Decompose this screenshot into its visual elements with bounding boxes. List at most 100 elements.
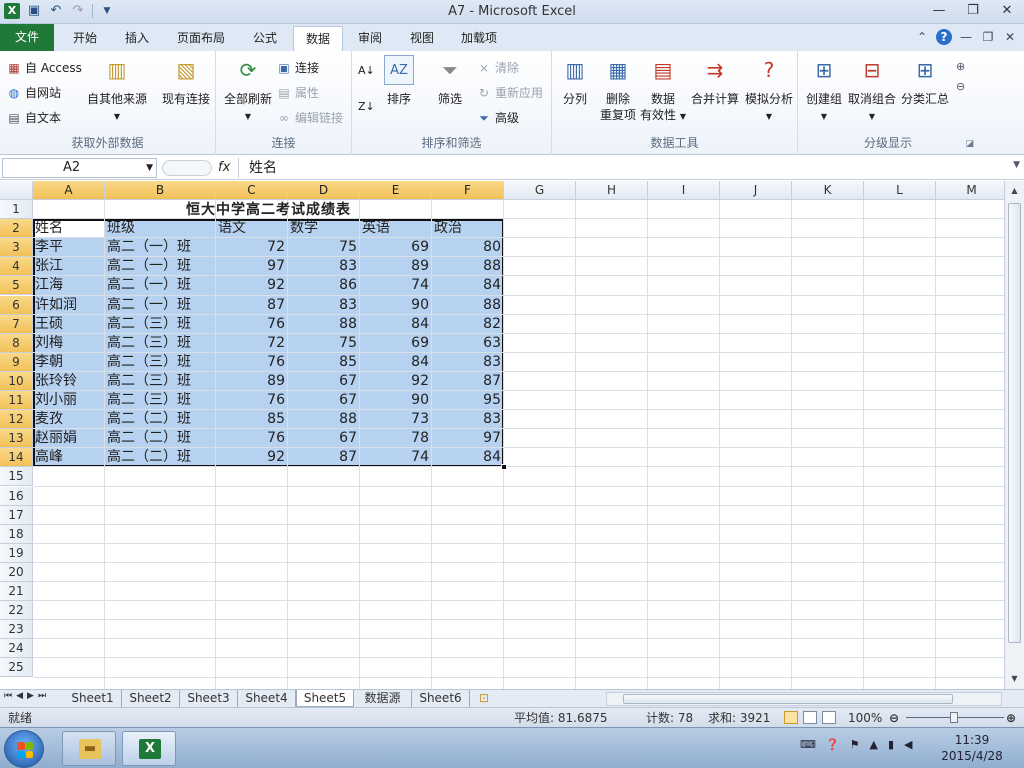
table-cell[interactable]: 张玲铃 — [35, 372, 102, 391]
chevron-down-icon[interactable]: ▼ — [146, 159, 153, 177]
select-all-corner[interactable] — [0, 181, 33, 200]
zoom-level[interactable]: 100% — [848, 710, 882, 726]
expand-formula-bar-icon[interactable]: ▼ — [1013, 160, 1020, 170]
tab-review[interactable]: 审阅 — [345, 26, 395, 51]
start-button[interactable] — [4, 730, 44, 768]
from-access-button[interactable]: ▦ 自 Access — [6, 59, 82, 76]
insert-function-icon[interactable]: fx — [218, 160, 230, 175]
tab-view[interactable]: 视图 — [397, 26, 447, 51]
sheet-tab-sheet1[interactable]: Sheet1 — [64, 690, 122, 707]
taskbar-excel[interactable]: X — [122, 731, 176, 766]
table-cell[interactable]: 97 — [218, 257, 285, 276]
row-header-1[interactable]: 1 — [0, 200, 33, 219]
horizontal-scrollbar[interactable] — [606, 692, 1002, 706]
zoom-slider-thumb[interactable] — [950, 712, 958, 723]
row-header-8[interactable]: 8 — [0, 333, 33, 353]
table-cell[interactable]: 76 — [218, 353, 285, 372]
table-cell[interactable]: 高二（三）班 — [107, 334, 213, 353]
table-cell[interactable]: 高二（一）班 — [107, 276, 213, 295]
dialog-launcher-icon[interactable]: ◪ — [965, 139, 974, 149]
sheet-title-cell[interactable]: 恒大中学高二考试成绩表 — [33, 200, 504, 220]
what-if-analysis-button[interactable]: ? 模拟分析 ▼ — [742, 55, 796, 125]
worksheet-grid[interactable]: A B C D E F G H I J K L M 1 2 3 4 5 6 7 8 9 10 11 12 13 14 15 16 17 18… — [0, 181, 1004, 689]
volume-icon[interactable]: ◀ — [904, 738, 912, 751]
table-cell[interactable]: 83 — [290, 296, 357, 315]
table-cell[interactable]: 80 — [434, 238, 501, 257]
show-hidden-icons-icon[interactable]: ▲ — [869, 738, 877, 751]
sheet-tab-data-source[interactable]: 数据源 — [354, 690, 412, 707]
sheet-tab-sheet5[interactable]: Sheet5 — [296, 690, 354, 707]
table-cell[interactable]: 75 — [290, 238, 357, 257]
table-cell[interactable]: 王硕 — [35, 315, 102, 334]
show-detail-icon[interactable]: ⊕ — [956, 57, 965, 77]
doc-minimize-icon[interactable]: — — [958, 30, 974, 44]
table-cell[interactable]: 高二（三）班 — [107, 372, 213, 391]
close-icon[interactable]: ✕ — [990, 0, 1024, 22]
table-cell[interactable]: 高二（一）班 — [107, 257, 213, 276]
hide-detail-icon[interactable]: ⊖ — [956, 77, 965, 97]
row-header-17[interactable]: 17 — [0, 505, 33, 525]
header-cell[interactable]: 政治 — [434, 219, 501, 238]
row-header-12[interactable]: 12 — [0, 410, 33, 430]
header-cell[interactable]: 语文 — [218, 219, 285, 238]
zoom-in-icon[interactable]: ⊕ — [1006, 710, 1016, 726]
table-cell[interactable]: 高二（二）班 — [107, 429, 213, 448]
table-cell[interactable]: 张江 — [35, 257, 102, 276]
refresh-all-button[interactable]: ⟳ 全部刷新 ▼ — [220, 55, 276, 125]
table-cell[interactable]: 江海 — [35, 276, 102, 295]
table-cell[interactable]: 87 — [218, 296, 285, 315]
table-cell[interactable]: 麦孜 — [35, 410, 102, 429]
table-cell[interactable]: 73 — [362, 410, 429, 429]
remove-duplicates-button[interactable]: ▦ 删除 重复项 — [596, 55, 640, 123]
clear-filter-button[interactable]: ⨯ 清除 — [476, 59, 519, 76]
column-header-j[interactable]: J — [720, 181, 792, 200]
column-header-g[interactable]: G — [504, 181, 576, 200]
table-cell[interactable]: 89 — [362, 257, 429, 276]
table-cell[interactable]: 83 — [434, 353, 501, 372]
vertical-scroll-thumb[interactable] — [1008, 203, 1021, 643]
table-cell[interactable]: 67 — [290, 429, 357, 448]
column-header-e[interactable]: E — [360, 181, 432, 200]
table-cell[interactable]: 82 — [434, 315, 501, 334]
table-cell[interactable]: 84 — [434, 448, 501, 467]
table-cell[interactable]: 85 — [290, 353, 357, 372]
row-header-11[interactable]: 11 — [0, 391, 33, 410]
tab-file[interactable]: 文件 — [0, 24, 54, 51]
table-cell[interactable]: 90 — [362, 296, 429, 315]
table-cell[interactable]: 74 — [362, 448, 429, 467]
header-cell[interactable]: 班级 — [107, 219, 213, 238]
table-cell[interactable]: 67 — [290, 391, 357, 410]
table-cell[interactable]: 72 — [218, 334, 285, 353]
taskbar-clock[interactable]: 11:39 2015/4/28 — [930, 732, 1014, 764]
table-cell[interactable]: 86 — [290, 276, 357, 295]
row-header-25[interactable]: 25 — [0, 658, 33, 678]
table-cell[interactable]: 92 — [218, 276, 285, 295]
column-header-i[interactable]: I — [648, 181, 720, 200]
row-header-23[interactable]: 23 — [0, 620, 33, 640]
table-cell[interactable]: 88 — [290, 315, 357, 334]
table-cell[interactable]: 74 — [362, 276, 429, 295]
row-header-10[interactable]: 10 — [0, 371, 33, 391]
collapse-ribbon-icon[interactable]: ⌃ — [914, 30, 930, 44]
from-web-button[interactable]: ◍ 自网站 — [6, 84, 61, 101]
table-cell[interactable]: 李朝 — [35, 353, 102, 372]
table-cell[interactable]: 赵丽娟 — [35, 429, 102, 448]
help-tray-icon[interactable]: ❓ — [826, 738, 840, 751]
group-button[interactable]: ⊞ 创建组 ▼ — [802, 55, 846, 125]
row-header-2[interactable]: 2 — [0, 219, 33, 239]
table-cell[interactable]: 高二（一）班 — [107, 238, 213, 257]
keyboard-icon[interactable]: ⌨ — [800, 738, 816, 751]
name-box[interactable]: A2 ▼ — [2, 158, 157, 178]
page-layout-view-icon[interactable] — [803, 711, 817, 724]
column-header-a[interactable]: A — [33, 181, 105, 200]
zoom-out-icon[interactable]: ⊖ — [889, 710, 899, 726]
table-cell[interactable]: 76 — [218, 391, 285, 410]
prev-sheet-icon[interactable]: ◀ — [16, 691, 23, 701]
properties-button[interactable]: ▤ 属性 — [276, 84, 319, 101]
table-cell[interactable]: 刘梅 — [35, 334, 102, 353]
row-header-18[interactable]: 18 — [0, 524, 33, 544]
table-cell[interactable]: 63 — [434, 334, 501, 353]
table-cell[interactable]: 88 — [434, 296, 501, 315]
row-header-24[interactable]: 24 — [0, 639, 33, 659]
table-cell[interactable]: 69 — [362, 238, 429, 257]
